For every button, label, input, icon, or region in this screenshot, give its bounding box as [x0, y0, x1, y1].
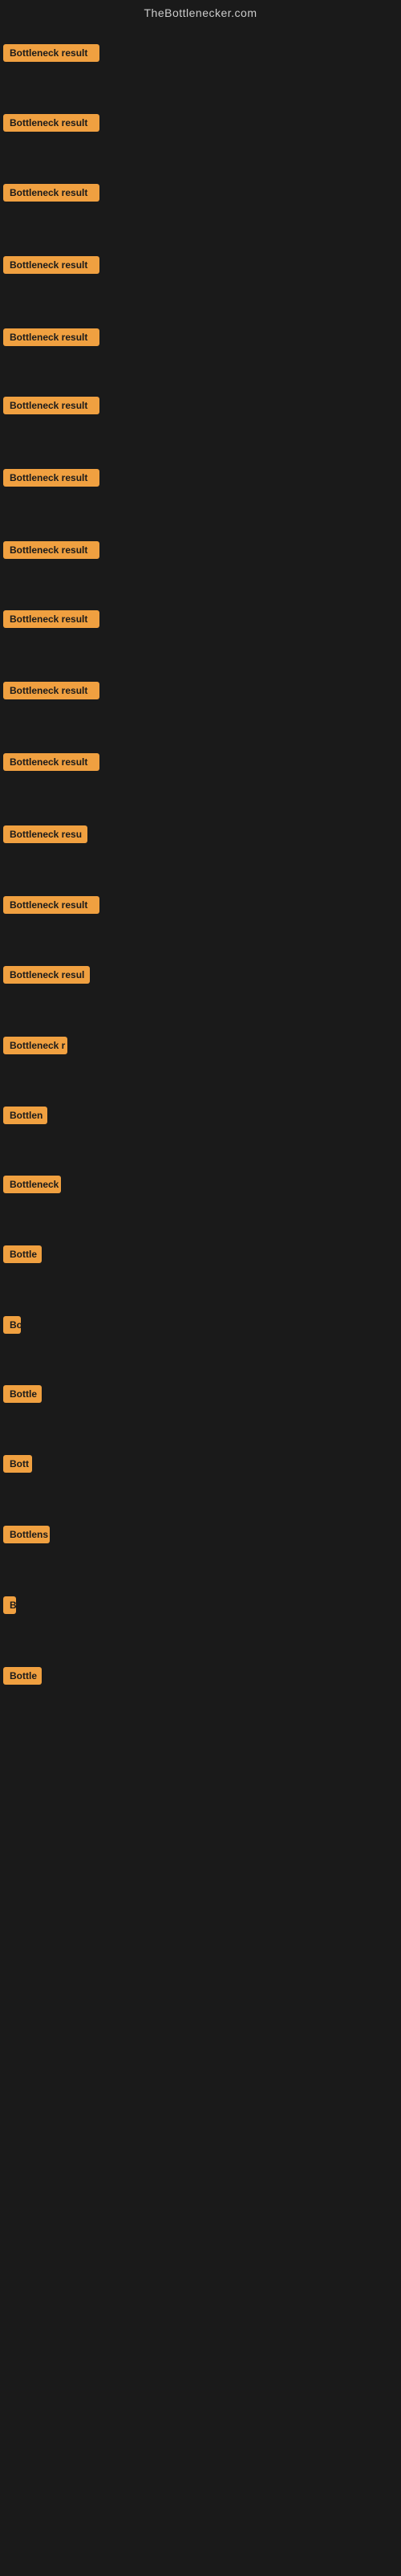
bottleneck-badge-label-9: Bottleneck result: [3, 610, 99, 628]
bottleneck-badge-label-14: Bottleneck resul: [3, 966, 90, 984]
bottleneck-badge-13[interactable]: Bottleneck result: [3, 896, 99, 918]
bottleneck-badge-24[interactable]: Bottle: [3, 1667, 42, 1689]
bottleneck-badge-label-22: Bottlens: [3, 1526, 50, 1543]
bottleneck-badge-label-10: Bottleneck result: [3, 682, 99, 699]
bottleneck-badge-3[interactable]: Bottleneck result: [3, 184, 99, 206]
bottleneck-badge-label-1: Bottleneck result: [3, 44, 99, 62]
bottleneck-badge-label-21: Bott: [3, 1455, 32, 1473]
bottleneck-badge-17[interactable]: Bottleneck: [3, 1176, 61, 1197]
bottleneck-badge-20[interactable]: Bottle: [3, 1385, 42, 1407]
bottleneck-badge-label-23: B: [3, 1596, 16, 1614]
bottleneck-badge-label-12: Bottleneck resu: [3, 825, 87, 843]
bottleneck-badge-6[interactable]: Bottleneck result: [3, 397, 99, 418]
bottleneck-badge-label-19: Bo: [3, 1316, 21, 1334]
bottleneck-badge-label-4: Bottleneck result: [3, 256, 99, 274]
site-title-container: TheBottlenecker.com: [0, 0, 401, 22]
bottleneck-badge-label-7: Bottleneck result: [3, 469, 99, 487]
bottleneck-badge-19[interactable]: Bo: [3, 1316, 21, 1338]
bottleneck-badge-label-20: Bottle: [3, 1385, 42, 1403]
bottleneck-badge-1[interactable]: Bottleneck result: [3, 44, 99, 66]
bottleneck-badge-15[interactable]: Bottleneck r: [3, 1037, 67, 1058]
bottleneck-badge-label-18: Bottle: [3, 1245, 42, 1263]
bottleneck-badge-label-11: Bottleneck result: [3, 753, 99, 771]
bottleneck-badge-label-17: Bottleneck: [3, 1176, 61, 1193]
bottleneck-badge-16[interactable]: Bottlen: [3, 1107, 47, 1128]
site-title: TheBottlenecker.com: [0, 0, 401, 22]
bottleneck-badge-7[interactable]: Bottleneck result: [3, 469, 99, 491]
bottleneck-badge-4[interactable]: Bottleneck result: [3, 256, 99, 278]
bottleneck-badge-label-13: Bottleneck result: [3, 896, 99, 914]
bottleneck-badge-14[interactable]: Bottleneck resul: [3, 966, 90, 988]
bottleneck-badge-9[interactable]: Bottleneck result: [3, 610, 99, 632]
bottleneck-badge-23[interactable]: B: [3, 1596, 16, 1618]
bottleneck-badge-label-5: Bottleneck result: [3, 328, 99, 346]
bottleneck-badge-18[interactable]: Bottle: [3, 1245, 42, 1267]
bottleneck-badge-8[interactable]: Bottleneck result: [3, 541, 99, 563]
bottleneck-badge-label-24: Bottle: [3, 1667, 42, 1685]
bottleneck-badge-10[interactable]: Bottleneck result: [3, 682, 99, 703]
bottleneck-badge-2[interactable]: Bottleneck result: [3, 114, 99, 136]
bottleneck-badge-label-16: Bottlen: [3, 1107, 47, 1124]
bottleneck-badge-5[interactable]: Bottleneck result: [3, 328, 99, 350]
bottleneck-badge-12[interactable]: Bottleneck resu: [3, 825, 87, 847]
bottleneck-badge-label-15: Bottleneck r: [3, 1037, 67, 1054]
badges-container: Bottleneck result Bottleneck result Bottle…: [0, 22, 401, 2576]
bottleneck-badge-21[interactable]: Bott: [3, 1455, 32, 1477]
bottleneck-badge-22[interactable]: Bottlens: [3, 1526, 50, 1547]
bottleneck-badge-label-8: Bottleneck result: [3, 541, 99, 559]
bottleneck-badge-11[interactable]: Bottleneck result: [3, 753, 99, 775]
bottleneck-badge-label-2: Bottleneck result: [3, 114, 99, 132]
bottleneck-badge-label-3: Bottleneck result: [3, 184, 99, 202]
bottleneck-badge-label-6: Bottleneck result: [3, 397, 99, 414]
